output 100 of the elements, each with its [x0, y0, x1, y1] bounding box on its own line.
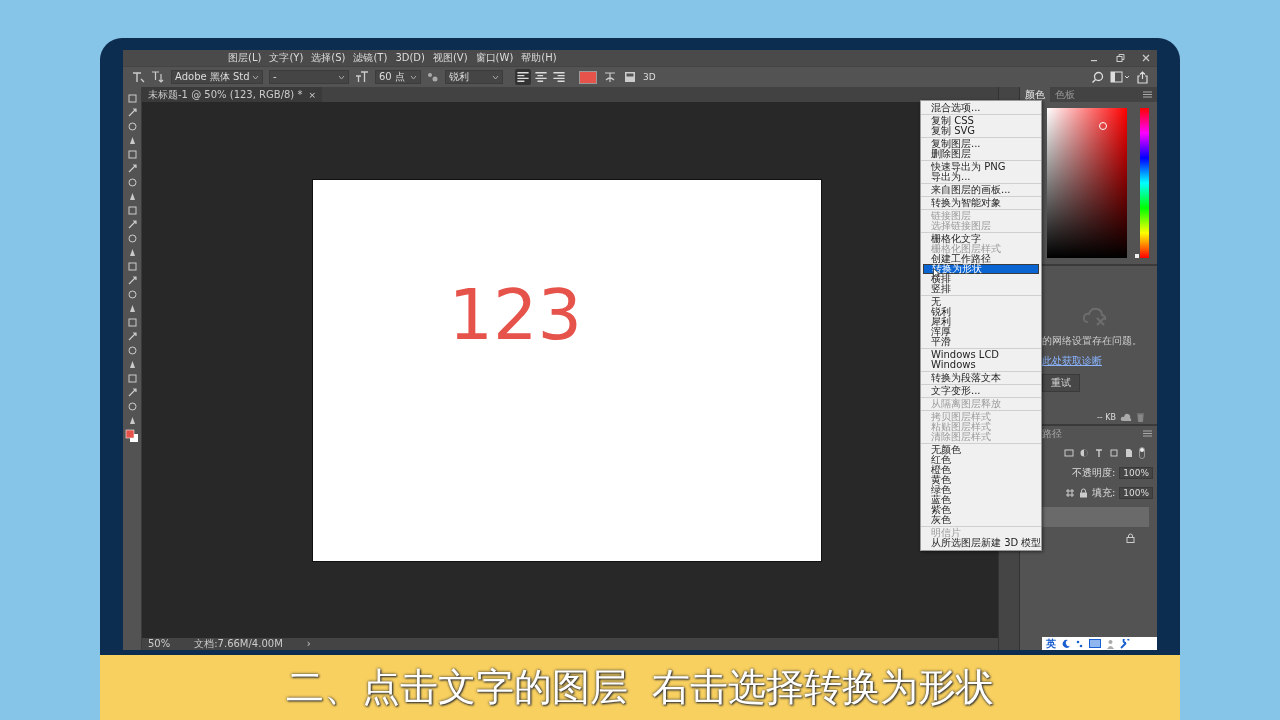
context-menu-item[interactable]: 快速导出为 PNG: [921, 162, 1041, 172]
search-icon[interactable]: [1091, 70, 1104, 84]
canvas-text[interactable]: 123: [448, 274, 583, 355]
context-menu-item[interactable]: 黄色: [921, 475, 1041, 485]
share-icon[interactable]: [1136, 70, 1149, 84]
tool-icon[interactable]: [126, 121, 138, 132]
color-swatches-icon[interactable]: [125, 429, 139, 443]
text-color-swatch[interactable]: [579, 70, 597, 84]
align-right-icon[interactable]: [551, 69, 567, 85]
context-menu-item[interactable]: Windows: [921, 360, 1041, 370]
tool-icon[interactable]: [126, 275, 138, 286]
context-menu-item[interactable]: 创建工作路径: [921, 254, 1041, 264]
context-menu-item[interactable]: 导出为...: [921, 172, 1041, 182]
tool-icon[interactable]: [126, 177, 138, 188]
panel-tab[interactable]: 颜色: [1020, 87, 1050, 102]
context-menu-item[interactable]: 浑厚: [921, 327, 1041, 337]
text-tool-preset-icon[interactable]: [131, 70, 145, 84]
panel-toggle-icon[interactable]: [623, 70, 637, 84]
type-filter-icon[interactable]: [1094, 448, 1104, 458]
3d-button[interactable]: 3D: [643, 72, 656, 82]
menu-item[interactable]: 3D(D): [395, 52, 425, 64]
menu-item[interactable]: 滤镜(T): [353, 52, 388, 64]
menu-item[interactable]: 选择(S): [311, 52, 346, 64]
context-menu-item[interactable]: 转换为智能对象: [921, 198, 1041, 208]
context-menu-item[interactable]: 混合选项...: [921, 103, 1041, 113]
menu-item[interactable]: 帮助(H): [521, 52, 557, 64]
filter-toggle-icon[interactable]: [1139, 447, 1145, 459]
orientation-toggle-icon[interactable]: [151, 70, 165, 84]
smart-object-filter-icon[interactable]: [1124, 448, 1134, 458]
tool-icon[interactable]: [126, 107, 138, 118]
tool-icon[interactable]: [126, 317, 138, 328]
menu-item[interactable]: 窗口(W): [475, 52, 514, 64]
close-icon[interactable]: [1141, 53, 1151, 63]
color-field[interactable]: [1047, 108, 1127, 258]
context-menu-item[interactable]: 锐利: [921, 307, 1041, 317]
punctuation-icon[interactable]: [1076, 638, 1084, 649]
context-menu-item[interactable]: 复制 SVG: [921, 126, 1041, 136]
context-menu-item[interactable]: 转换为段落文本: [921, 373, 1041, 383]
lock-icon[interactable]: [1126, 533, 1135, 543]
context-menu-item[interactable]: Windows LCD: [921, 350, 1041, 360]
context-menu-item[interactable]: 无: [921, 297, 1041, 307]
tool-icon[interactable]: [126, 401, 138, 412]
tool-icon[interactable]: [126, 219, 138, 230]
context-menu-item[interactable]: 绿色: [921, 485, 1041, 495]
tool-icon[interactable]: [126, 373, 138, 384]
wrench-icon[interactable]: [1120, 638, 1130, 649]
font-size-select[interactable]: 60 点: [375, 70, 421, 84]
tool-icon[interactable]: [126, 345, 138, 356]
restore-icon[interactable]: [1115, 53, 1125, 63]
adjustment-filter-icon[interactable]: [1079, 448, 1089, 458]
moon-icon[interactable]: [1061, 638, 1071, 649]
context-menu-item[interactable]: 复制图层...: [921, 139, 1041, 149]
context-menu-item[interactable]: 犀利: [921, 317, 1041, 327]
tool-icon[interactable]: [126, 387, 138, 398]
lock-icon[interactable]: [1078, 488, 1088, 498]
warp-text-icon[interactable]: [603, 70, 617, 84]
tool-icon[interactable]: [126, 149, 138, 160]
align-center-icon[interactable]: [533, 69, 549, 85]
hue-slider-thumb[interactable]: [1135, 254, 1139, 258]
antialias-select[interactable]: 锐利: [445, 70, 503, 84]
tool-icon[interactable]: [126, 261, 138, 272]
font-family-select[interactable]: Adobe 黑体 Std: [171, 70, 263, 84]
panel-tab[interactable]: 色板: [1050, 87, 1080, 102]
tool-icon[interactable]: [126, 163, 138, 174]
document-tab[interactable]: 未标题-1 @ 50% (123, RGB/8) * ×: [142, 87, 322, 102]
shape-filter-icon[interactable]: [1109, 448, 1119, 458]
tool-icon[interactable]: [126, 331, 138, 342]
context-menu-item[interactable]: 蓝色: [921, 495, 1041, 505]
lock-artboard-icon[interactable]: [1064, 488, 1075, 498]
context-menu-item[interactable]: 无颜色: [921, 445, 1041, 455]
align-left-icon[interactable]: [515, 69, 531, 85]
workspace-icon[interactable]: [1110, 71, 1130, 83]
context-menu-item[interactable]: 竖排: [921, 284, 1041, 294]
context-menu-item[interactable]: 横排: [921, 274, 1041, 284]
panel-menu-icon[interactable]: [1143, 91, 1152, 98]
context-menu-item[interactable]: 从所选图层新建 3D 模型: [921, 538, 1041, 548]
image-filter-icon[interactable]: [1064, 448, 1074, 458]
retry-button[interactable]: 重试: [1042, 374, 1080, 392]
context-menu-item[interactable]: 红色: [921, 455, 1041, 465]
context-menu-item[interactable]: 文字变形...: [921, 386, 1041, 396]
panel-menu-icon[interactable]: [1143, 430, 1152, 437]
opacity-field[interactable]: 100%: [1119, 467, 1153, 479]
tool-icon[interactable]: [126, 289, 138, 300]
context-menu-item[interactable]: 来自图层的画板...: [921, 185, 1041, 195]
font-style-select[interactable]: -: [269, 70, 349, 84]
context-menu-item[interactable]: 灰色: [921, 515, 1041, 525]
menu-item[interactable]: 视图(V): [432, 52, 468, 64]
context-menu-item[interactable]: 删除图层: [921, 149, 1041, 159]
context-menu-item[interactable]: 平滑: [921, 337, 1041, 347]
language-indicator[interactable]: 英: [1046, 636, 1056, 651]
tool-icon[interactable]: [126, 233, 138, 244]
menu-item[interactable]: 图层(L): [228, 52, 262, 64]
close-tab-button[interactable]: ×: [308, 89, 316, 100]
tool-icon[interactable]: [126, 205, 138, 216]
diagnostics-link[interactable]: 此处获取诊断: [1042, 354, 1102, 368]
context-menu-item[interactable]: 栅格化文字: [921, 234, 1041, 244]
keyboard-icon[interactable]: [1089, 639, 1101, 648]
status-menu-arrow[interactable]: ›: [306, 638, 311, 650]
context-menu-item[interactable]: 橙色: [921, 465, 1041, 475]
context-menu-item[interactable]: 紫色: [921, 505, 1041, 515]
